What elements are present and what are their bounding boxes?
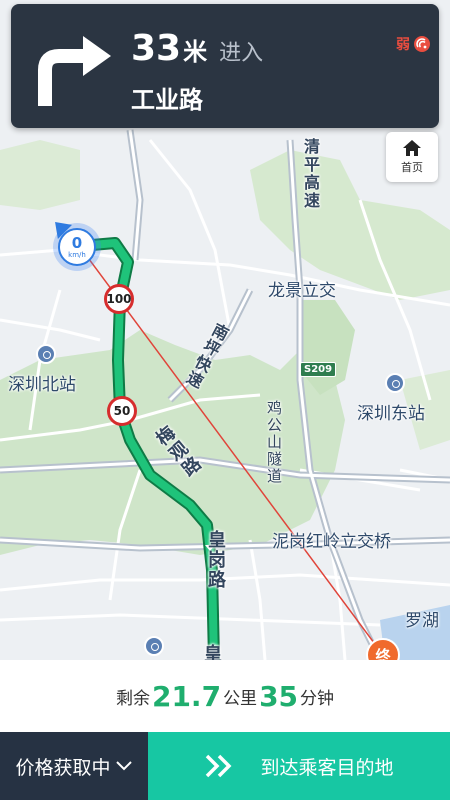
turn-action: 进入 <box>219 41 264 66</box>
label-shenzhen-east-station[interactable]: 深圳东站 <box>357 399 425 424</box>
distance-unit: 米 <box>183 38 208 66</box>
label-longjing-interchange[interactable]: 龙景立交 <box>268 276 336 301</box>
gps-signal-label: 弱 <box>396 37 410 53</box>
label-luohu[interactable]: 罗湖 <box>405 606 439 631</box>
current-location-marker[interactable]: 0 km/h <box>47 214 101 271</box>
label-nigang-interchange[interactable]: 泥岗红岭立交桥 <box>272 527 391 552</box>
distance-to-turn: 33 <box>131 28 182 69</box>
green-area <box>0 140 80 210</box>
poi-icon <box>144 636 164 656</box>
label-shenzhen-north-station[interactable]: 深圳北站 <box>8 370 76 395</box>
speed-limit-sign: 100 <box>104 284 134 314</box>
station-icon <box>385 373 405 393</box>
next-road-name: 工业路 <box>131 86 203 114</box>
road-shield-s209: S209 <box>300 362 337 377</box>
time-unit-label: 分钟 <box>300 688 335 709</box>
remaining-label: 剩余 <box>115 688 150 709</box>
speed-unit: km/h <box>68 250 86 259</box>
gps-signal-status: 弱 <box>396 34 431 54</box>
price-dropdown[interactable]: 价格获取中 <box>0 732 148 800</box>
turn-guidance-card: 33米 进入 工业路 弱 <box>11 4 439 128</box>
remaining-time: 35 <box>259 679 299 713</box>
trip-summary: 剩余 21.7 公里 35 分钟 <box>0 660 450 732</box>
road-label-qingping-expressway: 清平高速 <box>301 138 320 210</box>
arrive-label: 到达乘客目的地 <box>260 756 394 779</box>
speedometer: 0 km/h <box>58 228 96 266</box>
home-icon <box>403 140 421 156</box>
turn-right-icon <box>38 36 111 106</box>
road-label-jigongshan-tunnel: 鸡公山隧道 <box>265 400 283 485</box>
home-button[interactable]: 首页 <box>386 132 438 182</box>
road-label-huanggang: 皇岗路 <box>205 530 226 590</box>
distance-row: 33米 进入 <box>131 28 263 69</box>
current-speed: 0 <box>71 233 83 252</box>
home-label: 首页 <box>401 161 423 174</box>
station-icon <box>36 344 56 364</box>
gps-signal-icon <box>414 36 430 52</box>
distance-unit-label: 公里 <box>223 688 258 709</box>
chevron-down-icon <box>115 761 132 771</box>
price-status-label: 价格获取中 <box>15 756 111 779</box>
arrive-destination-button[interactable]: 到达乘客目的地 <box>148 732 450 800</box>
speed-limit-sign: 50 <box>107 396 137 426</box>
double-chevron-right-icon <box>206 754 232 778</box>
bottom-action-bar: 价格获取中 到达乘客目的地 <box>0 732 450 800</box>
remaining-distance: 21.7 <box>151 679 222 713</box>
